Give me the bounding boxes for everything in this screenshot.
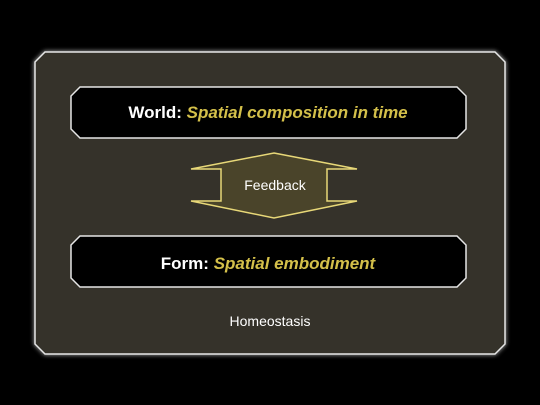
form-box-label: Form: Spatial embodiment [70,254,466,274]
world-prefix: World: [128,103,182,122]
world-emphasis: Spatial composition in time [186,103,408,122]
feedback-label: Feedback [244,177,306,193]
slide-canvas [34,51,506,355]
form-emphasis: Spatial embodiment [213,254,376,273]
world-box-label: World: Spatial composition in time [70,103,466,123]
homeostasis-label: Homeostasis [229,313,311,329]
form-prefix: Form: [160,254,209,273]
